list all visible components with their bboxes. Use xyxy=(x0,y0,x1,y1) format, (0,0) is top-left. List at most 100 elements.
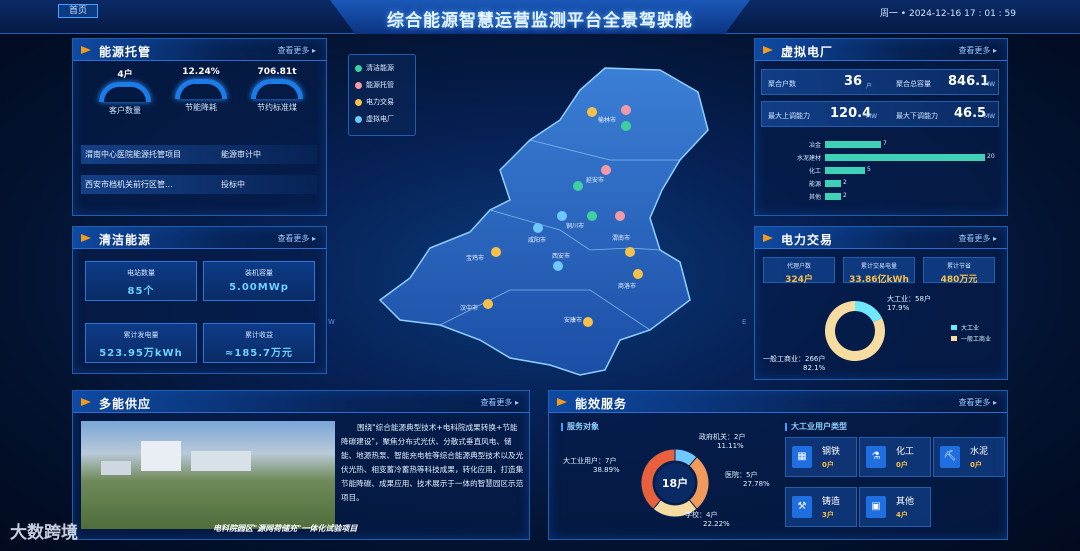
map-pin-icon[interactable] xyxy=(601,165,611,175)
list-item[interactable]: 渭南中心医院能源托管项目 能源审计中 xyxy=(81,145,317,164)
customer-pie-chart[interactable]: 大工业：58户17.9% 一般工商业：266户82.1% 大工业一般工商业 xyxy=(755,287,1009,377)
multi-supply-panel: 多能供应 查看更多 围绕"综合能源典型技术+电科院成果转换+节能降碳建设"，聚焦… xyxy=(72,390,530,540)
pie-slice[interactable] xyxy=(855,301,883,323)
panel-mark-icon xyxy=(557,398,567,406)
pie-label: 大工业：58户 xyxy=(887,294,931,303)
bar-row: 冶金 7 xyxy=(761,139,1001,149)
steel-icon: ▦ xyxy=(792,446,812,468)
bar-row: 能源 2 xyxy=(761,178,1001,188)
city-label: 西安市 xyxy=(552,252,570,260)
more-link[interactable]: 查看更多 xyxy=(277,45,316,56)
watermark-logo: 大数跨境 xyxy=(10,523,78,543)
city-label: 宝鸡市 xyxy=(466,254,484,262)
gauge-saving: 12.24% 节能降耗 xyxy=(169,67,233,113)
bar-label: 化工 xyxy=(808,168,821,175)
gauge-customers: 4户 客户数量 xyxy=(93,67,157,116)
photo-caption: 电科院园区"源网荷储充"一体化试验项目 xyxy=(213,524,358,533)
more-link[interactable]: 查看更多 xyxy=(480,397,519,408)
city-label: 渭南市 xyxy=(612,234,630,242)
more-link[interactable]: 查看更多 xyxy=(958,45,997,56)
city-label: 榆林市 xyxy=(598,116,616,124)
map-pin-icon[interactable] xyxy=(553,261,563,271)
panel-title: 能效服务 xyxy=(575,397,628,411)
panel-mark-icon xyxy=(81,398,91,406)
industry-tile[interactable]: ▦ 钢铁 0户 xyxy=(785,437,857,477)
map-pin-icon[interactable] xyxy=(587,107,597,117)
donut-pct: 11.11% xyxy=(717,442,744,450)
industry-tile[interactable]: ⚗ 化工 0户 xyxy=(859,437,931,477)
bar-label: 冶金 xyxy=(808,142,821,149)
list-item[interactable]: 西安市档机关前行区管... 投标中 xyxy=(81,175,317,194)
map-pin-icon[interactable] xyxy=(587,211,597,221)
map-pin-icon[interactable] xyxy=(621,105,631,115)
legend-swatch xyxy=(951,325,957,330)
bar[interactable] xyxy=(825,180,841,187)
legend-label: 大工业 xyxy=(961,324,979,332)
panel-title: 虚拟电厂 xyxy=(781,45,834,59)
bar[interactable] xyxy=(825,154,985,161)
city-label: 铜川市 xyxy=(566,222,584,230)
panel-mark-icon xyxy=(763,234,773,242)
donut-pct: 22.22% xyxy=(703,520,730,528)
panel-title: 电力交易 xyxy=(781,233,834,247)
bar-row: 水泥建材 20 xyxy=(761,152,1001,162)
compass-e: E xyxy=(742,318,747,326)
panel-mark-icon xyxy=(763,46,773,54)
map-pin-icon[interactable] xyxy=(621,121,631,131)
donut-label: 医院：5户 xyxy=(725,470,757,479)
map-pin-icon[interactable] xyxy=(633,269,643,279)
more-link[interactable]: 查看更多 xyxy=(277,233,316,244)
map-pin-icon[interactable] xyxy=(615,211,625,221)
map-pin-icon[interactable] xyxy=(573,181,583,191)
gauge-arc xyxy=(251,79,303,99)
home-button[interactable]: 首页 xyxy=(58,4,98,18)
stat-box: 电站数量 85个 xyxy=(85,261,197,301)
bar-label: 水泥建材 xyxy=(796,155,821,162)
park-photo xyxy=(81,421,335,529)
bar[interactable] xyxy=(825,167,865,174)
legend-label: 一般工商业 xyxy=(961,335,991,343)
donut-label: 大工业用户：7户 xyxy=(563,456,616,465)
pie-label: 一般工商业：266户 xyxy=(763,354,825,363)
map-shape xyxy=(378,67,709,376)
industry-subtitle: 大工业用户类型 xyxy=(785,421,847,432)
bar-row: 其他 2 xyxy=(761,191,1001,201)
donut-center-value: 18户 xyxy=(662,476,688,490)
industry-tile[interactable]: ⚒ 铸造 3户 xyxy=(785,487,857,527)
city-label: 商洛市 xyxy=(618,282,636,290)
donut-label: 政府机关：2户 xyxy=(699,432,745,441)
trade-stat: 累计交易电量 33.86亿kWh xyxy=(843,257,915,285)
donut-pct: 27.78% xyxy=(743,480,770,488)
map-pin-icon[interactable] xyxy=(533,223,543,233)
map-pin-icon[interactable] xyxy=(483,299,493,309)
province-map[interactable]: 榆林市 延安市 铜川市 渭南市 咸阳市 西安市 宝鸡市 商洛市 汉中市 安康市 xyxy=(330,40,750,390)
efficiency-panel: 能效服务 查看更多 服务对象 18户政府机关：2户11.11%医院：5户27.7… xyxy=(548,390,1008,540)
bar[interactable] xyxy=(825,193,841,200)
more-link[interactable]: 查看更多 xyxy=(958,397,997,408)
bar-label: 能源 xyxy=(808,181,821,188)
trade-stat: 代理户数 324户 xyxy=(763,257,835,285)
more-link[interactable]: 查看更多 xyxy=(958,233,997,244)
vp-stat-row: 聚合户数 36 户 聚合总容量 846.1 MW xyxy=(761,69,999,95)
legend-swatch xyxy=(951,336,957,341)
bar-value: 20 xyxy=(987,153,995,160)
donut-label: 学校：4户 xyxy=(685,510,717,519)
bar-row: 化工 5 xyxy=(761,165,1001,175)
map-pin-icon[interactable] xyxy=(557,211,567,221)
service-donut-chart[interactable]: 18户 政府机关：2户11.11% 医院：5户27.78% 学校：4户22.22% 大工… xyxy=(549,431,781,539)
city-label: 咸阳市 xyxy=(528,236,546,244)
map-pin-icon[interactable] xyxy=(625,247,635,257)
industry-tile[interactable]: ⛏ 水泥 0户 xyxy=(933,437,1005,477)
vp-stat-row: 最大上调能力 120.4 MW 最大下调能力 46.5 MW xyxy=(761,101,999,127)
industry-tile[interactable]: ▣ 其他 4户 xyxy=(859,487,931,527)
stat-box: 累计发电量 523.95万kWh xyxy=(85,323,197,363)
power-trade-panel: 电力交易 查看更多 代理户数324户 累计交易电量33.86亿kWh 累计节省4… xyxy=(754,226,1008,380)
trade-stat: 累计节省 480万元 xyxy=(923,257,995,285)
map-pin-icon[interactable] xyxy=(491,247,501,257)
map-pin-icon[interactable] xyxy=(583,317,593,327)
panel-mark-icon xyxy=(81,46,91,54)
bar-value: 2 xyxy=(843,192,847,199)
pie-pct: 82.1% xyxy=(803,364,826,372)
bar[interactable] xyxy=(825,141,881,148)
dashboard: 综合能源智慧运营监测平台全景驾驶舱 首页 周一 • 2024-12-16 17 … xyxy=(0,0,1080,551)
